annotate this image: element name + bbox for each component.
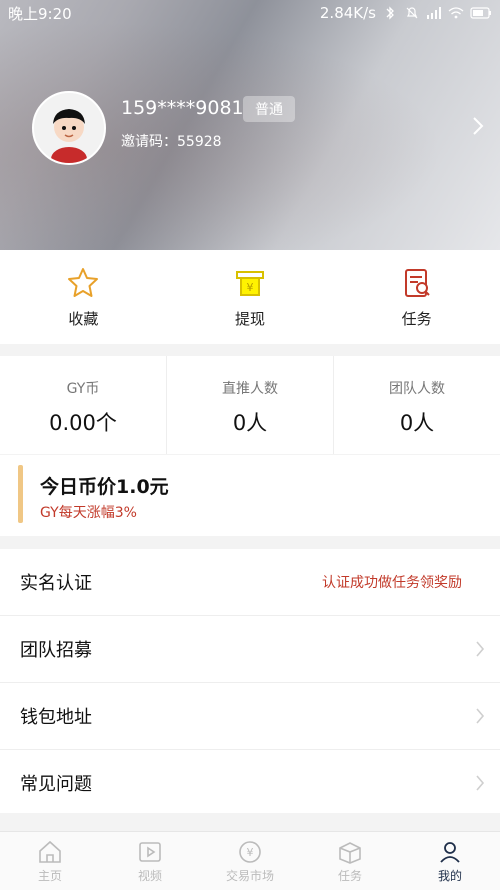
withdraw-icon: ¥ <box>235 270 264 296</box>
svg-text:¥: ¥ <box>246 281 253 294</box>
nav-video[interactable]: 视频 <box>105 839 195 884</box>
quick-action-withdraw[interactable]: ¥ 提现 <box>200 266 300 329</box>
chevron-right-icon <box>476 708 485 724</box>
quick-action-label: 任务 <box>401 309 432 328</box>
stat-value: 0人 <box>399 411 435 435</box>
stat-direct-referrals[interactable]: 直推人数 0人 <box>167 356 334 454</box>
user-phone: 159****9081 <box>121 97 244 119</box>
bottom-nav: 主页 视频 ¥ 交易市场 任务 我的 <box>0 831 500 890</box>
coin-price-card: 今日币价1.0元 GY每天涨幅3% <box>0 455 500 536</box>
member-level-badge: 普通 <box>243 96 295 122</box>
stat-value: 0.00个 <box>49 411 117 435</box>
stat-gy-coin[interactable]: GY币 0.00个 <box>0 356 167 454</box>
nav-label: 我的 <box>437 868 462 883</box>
market-icon: ¥ <box>239 840 261 863</box>
avatar[interactable] <box>32 91 106 165</box>
invite-label: 邀请码： <box>121 134 177 150</box>
stat-value: 0人 <box>232 411 268 435</box>
status-bar: 晚上9:20 2.84K/s <box>0 0 500 26</box>
price-title: 今日币价1.0元 <box>40 476 169 498</box>
nav-label: 任务 <box>337 868 362 883</box>
chevron-right-icon <box>476 775 485 791</box>
nav-profile[interactable]: 我的 <box>405 839 495 884</box>
menu-row-verify[interactable]: 实名认证 认证成功做任务领奖励 <box>0 549 500 616</box>
svg-text:¥: ¥ <box>247 846 254 859</box>
nav-label: 视频 <box>137 868 162 883</box>
mute-bell-icon <box>406 7 418 19</box>
task-icon <box>404 268 430 297</box>
video-icon <box>139 841 161 862</box>
nav-label: 交易市场 <box>225 868 274 883</box>
quick-action-task[interactable]: 任务 <box>367 266 467 329</box>
price-subtitle: GY每天涨幅3% <box>40 505 137 521</box>
stat-title: 团队人数 <box>389 381 445 397</box>
settings-list: 实名认证 认证成功做任务领奖励 团队招募 钱包地址 常见问题 <box>0 549 500 813</box>
star-icon <box>68 267 99 297</box>
avatar-illustration-icon <box>34 93 104 163</box>
status-right: 2.84K/s <box>320 4 492 22</box>
invite-value: 55928 <box>177 134 222 150</box>
nav-market[interactable]: ¥ 交易市场 <box>205 839 295 884</box>
signal-icon <box>427 7 441 19</box>
menu-row-wallet[interactable]: 钱包地址 <box>0 683 500 750</box>
menu-label: 团队招募 <box>20 640 92 661</box>
menu-row-team-recruit[interactable]: 团队招募 <box>0 616 500 683</box>
nav-label: 主页 <box>37 868 62 883</box>
stat-team-size[interactable]: 团队人数 0人 <box>334 356 500 454</box>
status-time: 晚上9:20 <box>8 4 72 23</box>
stat-title: 直推人数 <box>222 381 278 397</box>
quick-action-label: 收藏 <box>68 309 99 328</box>
menu-note: 认证成功做任务领奖励 <box>322 575 462 591</box>
menu-row-faq[interactable]: 常见问题 <box>0 750 500 816</box>
task-box-icon <box>339 841 361 864</box>
nav-home[interactable]: 主页 <box>5 839 95 884</box>
price-accent-bar <box>18 465 23 523</box>
quick-actions: 收藏 ¥ 提现 任务 <box>0 250 500 344</box>
menu-label: 钱包地址 <box>20 707 92 728</box>
profile-icon <box>440 841 460 863</box>
invite-code: 邀请码：55928 <box>121 131 222 151</box>
network-speed: 2.84K/s <box>319 4 376 22</box>
bluetooth-icon <box>386 6 394 20</box>
quick-action-favorite[interactable]: 收藏 <box>33 266 133 329</box>
profile-chevron-right-icon[interactable] <box>470 116 486 136</box>
quick-action-label: 提现 <box>234 309 265 328</box>
stats-panel: GY币 0.00个 直推人数 0人 团队人数 0人 <box>0 356 500 454</box>
menu-label: 常见问题 <box>20 774 92 795</box>
menu-label: 实名认证 <box>20 573 92 594</box>
wifi-icon <box>448 7 464 19</box>
home-icon <box>39 840 61 863</box>
battery-icon <box>470 7 491 19</box>
nav-task[interactable]: 任务 <box>305 839 395 884</box>
chevron-right-icon <box>476 641 485 657</box>
stat-title: GY币 <box>66 381 100 397</box>
